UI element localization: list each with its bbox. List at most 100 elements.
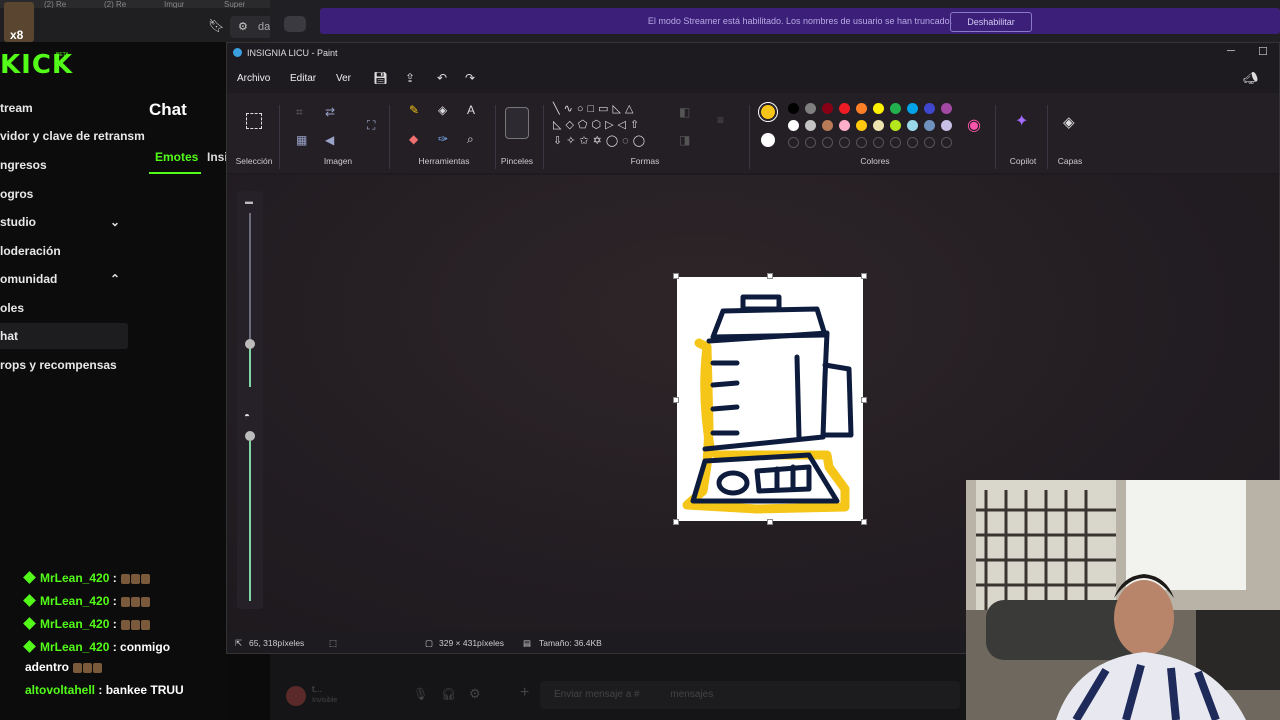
save-icon[interactable]: 💾︎ bbox=[373, 71, 388, 85]
site-settings-icon[interactable]: ⚙︎ bbox=[238, 16, 248, 38]
chat-username[interactable]: MrLean_420 bbox=[40, 617, 109, 631]
color-swatch[interactable] bbox=[839, 120, 850, 131]
browser-tab[interactable]: Super bbox=[224, 0, 245, 8]
color-swatch[interactable] bbox=[873, 103, 884, 114]
color-swatch[interactable] bbox=[856, 103, 867, 114]
share-icon[interactable]: ⇪ bbox=[405, 71, 415, 85]
discord-icon[interactable] bbox=[284, 16, 306, 32]
color-swatch[interactable] bbox=[805, 120, 816, 131]
browser-tab[interactable]: (2) Re bbox=[104, 0, 126, 8]
color-swatch[interactable] bbox=[822, 103, 833, 114]
pencil-icon[interactable]: ✎ bbox=[409, 103, 419, 117]
shapes-gallery[interactable]: ╲∿○□▭◺△ ◺◇⬠⬡▷◁⇧ ⇩✧✩✡◯◌◯ bbox=[553, 101, 663, 153]
nav-drops-rewards[interactable]: rops y recompensas bbox=[0, 352, 128, 378]
chat-username[interactable]: MrLean_420 bbox=[40, 640, 109, 654]
text-icon[interactable]: A bbox=[467, 103, 475, 117]
brush-icon[interactable] bbox=[505, 107, 529, 139]
magnifier-icon[interactable]: ⌕ bbox=[467, 132, 474, 147]
tab-emotes[interactable]: Emotes bbox=[155, 150, 198, 164]
nav-roles[interactable]: oles bbox=[0, 295, 128, 321]
resize-handle[interactable] bbox=[861, 273, 867, 279]
image-select-icon[interactable]: ▦ bbox=[296, 133, 307, 147]
edit-colors-icon[interactable]: ◉ bbox=[967, 115, 981, 135]
maximize-icon[interactable]: ☐ bbox=[1258, 45, 1268, 58]
shape-size-icon[interactable]: ≡ bbox=[717, 113, 724, 127]
redo-icon[interactable]: ↷ bbox=[465, 71, 475, 85]
empty-color-slot[interactable] bbox=[856, 137, 867, 148]
primary-color-swatch[interactable] bbox=[758, 102, 778, 122]
minimize-icon[interactable]: ─ bbox=[1227, 45, 1235, 57]
color-swatch[interactable] bbox=[839, 103, 850, 114]
empty-color-slot[interactable] bbox=[873, 137, 884, 148]
gear-icon[interactable]: ⚙︎ bbox=[469, 686, 481, 702]
empty-color-slot[interactable] bbox=[890, 137, 901, 148]
nav-moderation[interactable]: loderación bbox=[0, 238, 128, 264]
color-swatch[interactable] bbox=[822, 120, 833, 131]
empty-color-slot[interactable] bbox=[839, 137, 850, 148]
nav-server-key[interactable]: vidor y clave de retransm bbox=[0, 123, 145, 149]
browser-tab[interactable]: Imgur bbox=[164, 0, 184, 8]
headphones-icon[interactable]: 🎧︎ bbox=[441, 687, 456, 701]
nav-income[interactable]: ngresos bbox=[0, 152, 128, 178]
browser-tab[interactable]: (2) Re bbox=[44, 0, 66, 8]
undo-icon[interactable]: ↶ bbox=[437, 71, 447, 85]
nav-chat[interactable]: hat bbox=[0, 323, 128, 349]
tab-insights[interactable]: Insi bbox=[207, 150, 228, 164]
chat-username[interactable]: altovoltahell bbox=[25, 683, 95, 697]
chat-username[interactable]: MrLean_420 bbox=[40, 594, 109, 608]
resize-icon[interactable]: ⇄ bbox=[325, 105, 335, 119]
crop-icon[interactable]: ⌗ bbox=[296, 105, 303, 120]
empty-color-slot[interactable] bbox=[924, 137, 935, 148]
nav-community[interactable]: omunidad ⌃ bbox=[0, 266, 128, 292]
outline-icon[interactable]: ◧ bbox=[679, 105, 690, 119]
resize-handle[interactable] bbox=[673, 273, 679, 279]
menu-file[interactable]: Archivo bbox=[237, 73, 270, 84]
menu-view[interactable]: Ver bbox=[336, 73, 351, 84]
resize-handle[interactable] bbox=[861, 397, 867, 403]
message-input[interactable]: Enviar mensaje a # mensajes bbox=[540, 681, 960, 709]
color-swatch[interactable] bbox=[890, 103, 901, 114]
disable-streamer-button[interactable]: Deshabilitar bbox=[950, 12, 1032, 32]
color-swatch[interactable] bbox=[924, 120, 935, 131]
color-swatch[interactable] bbox=[941, 120, 952, 131]
color-swatch[interactable] bbox=[890, 120, 901, 131]
color-swatch[interactable] bbox=[907, 120, 918, 131]
opacity-slider-fill[interactable] bbox=[249, 441, 251, 601]
nav-stream[interactable]: tream bbox=[0, 95, 128, 121]
secondary-color-swatch[interactable] bbox=[761, 133, 775, 147]
color-swatch[interactable] bbox=[941, 103, 952, 114]
color-swatch[interactable] bbox=[873, 120, 884, 131]
resize-handle[interactable] bbox=[767, 273, 773, 279]
resize-handle[interactable] bbox=[673, 519, 679, 525]
color-swatch[interactable] bbox=[907, 103, 918, 114]
empty-color-slot[interactable] bbox=[805, 137, 816, 148]
bookmark-icon[interactable]: 🔖︎ bbox=[208, 18, 225, 34]
eraser-icon[interactable]: ◆ bbox=[409, 132, 418, 146]
empty-color-slot[interactable] bbox=[788, 137, 799, 148]
opacity-slider-thumb[interactable] bbox=[245, 431, 255, 441]
microphone-icon[interactable]: 🎙︎ bbox=[413, 687, 428, 701]
size-slider-thumb[interactable] bbox=[245, 339, 255, 349]
rotate-icon[interactable]: ◀ bbox=[325, 133, 334, 147]
fill-icon[interactable]: ◈ bbox=[438, 103, 447, 117]
drawing-canvas[interactable] bbox=[677, 277, 863, 521]
color-swatch[interactable] bbox=[788, 120, 799, 131]
add-attachment-icon[interactable]: + bbox=[520, 684, 529, 702]
copilot-icon[interactable]: ✦ bbox=[1015, 111, 1028, 131]
empty-color-slot[interactable] bbox=[822, 137, 833, 148]
color-swatch[interactable] bbox=[856, 120, 867, 131]
empty-color-slot[interactable] bbox=[907, 137, 918, 148]
resize-handle[interactable] bbox=[767, 519, 773, 525]
menu-edit[interactable]: Editar bbox=[290, 73, 316, 84]
size-slider-track[interactable] bbox=[249, 213, 251, 343]
user-avatar[interactable] bbox=[286, 686, 306, 706]
layers-icon[interactable]: ◈ bbox=[1063, 113, 1075, 131]
color-picker-icon[interactable]: ✑ bbox=[438, 132, 448, 146]
feedback-icon[interactable]: 📣︎ bbox=[1243, 71, 1258, 85]
nav-achievements[interactable]: ogros bbox=[0, 181, 128, 207]
fill-style-icon[interactable]: ◨ bbox=[679, 133, 690, 147]
select-rectangle-icon[interactable] bbox=[246, 113, 262, 129]
chat-username[interactable]: MrLean_420 bbox=[40, 571, 109, 585]
nav-studio[interactable]: studio ⌄ bbox=[0, 209, 128, 235]
color-swatch[interactable] bbox=[924, 103, 935, 114]
